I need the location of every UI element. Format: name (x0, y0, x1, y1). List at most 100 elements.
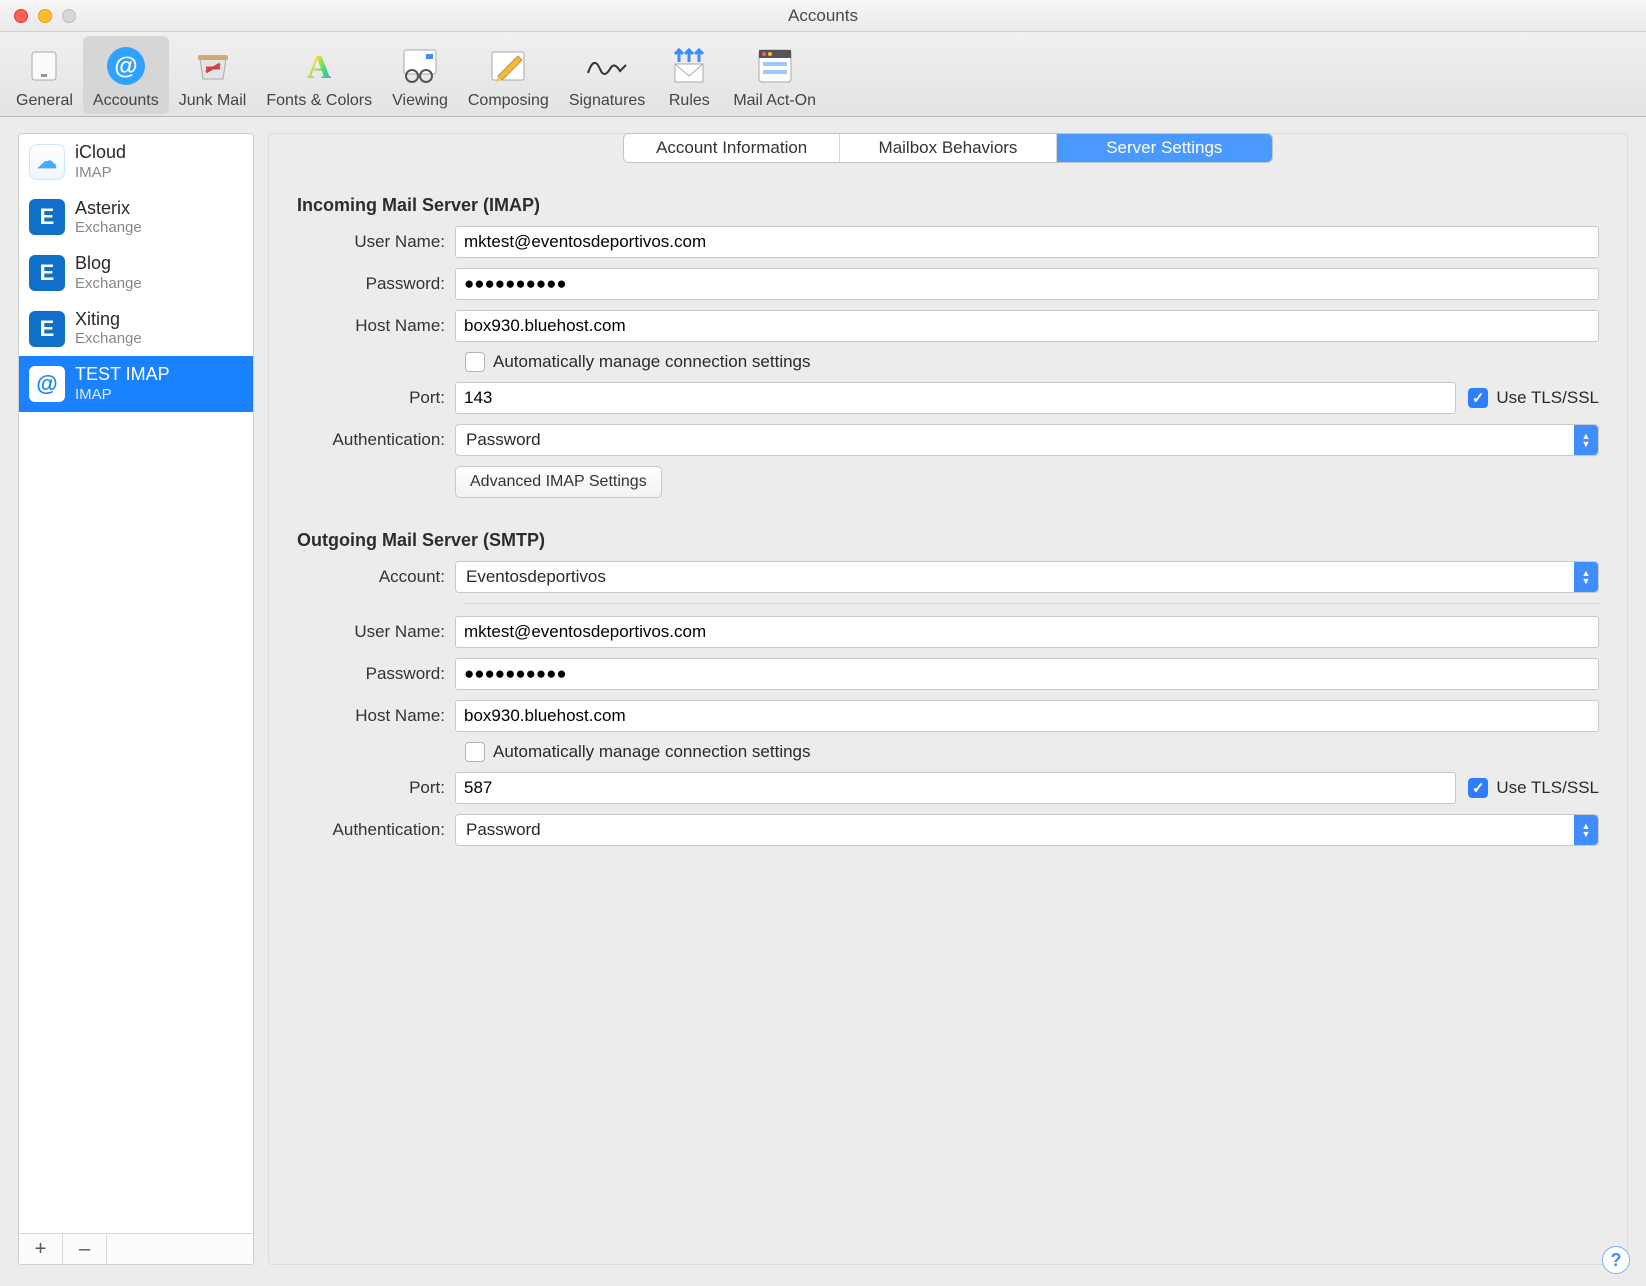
outgoing-host-name-field[interactable] (455, 700, 1599, 732)
toolbar-label: Fonts & Colors (266, 92, 372, 110)
composing-icon (484, 42, 532, 90)
toolbar-junk-mail[interactable]: Junk Mail (169, 36, 257, 114)
server-settings-panel: Account Information Mailbox Behaviors Se… (268, 133, 1628, 1265)
user-name-label: User Name: (297, 622, 455, 642)
password-label: Password: (297, 664, 455, 684)
toolbar-label: General (16, 92, 73, 110)
outgoing-password-field[interactable] (455, 658, 1599, 690)
toolbar-mail-act-on[interactable]: Mail Act-On (723, 36, 826, 114)
add-account-button[interactable]: + (19, 1234, 63, 1264)
toolbar-accounts[interactable]: @ Accounts (83, 36, 169, 114)
titlebar: Accounts (0, 0, 1646, 32)
toolbar-label: Viewing (392, 92, 448, 110)
account-type: IMAP (75, 386, 170, 404)
account-type: Exchange (75, 219, 142, 237)
password-label: Password: (297, 274, 455, 294)
junk-mail-icon (189, 42, 237, 90)
incoming-authentication-select[interactable]: Password ▲▼ (455, 424, 1599, 456)
account-type: IMAP (75, 164, 126, 182)
outgoing-port-field[interactable] (455, 772, 1456, 804)
port-label: Port: (297, 778, 455, 798)
account-tabs: Account Information Mailbox Behaviors Se… (623, 133, 1273, 163)
incoming-port-field[interactable] (455, 382, 1456, 414)
svg-text:@: @ (114, 53, 137, 80)
select-value: Eventosdeportivos (466, 567, 606, 587)
account-name: TEST IMAP (75, 364, 170, 386)
accounts-icon: @ (102, 42, 150, 90)
advanced-imap-settings-button[interactable]: Advanced IMAP Settings (455, 466, 662, 498)
outgoing-authentication-select[interactable]: Password ▲▼ (455, 814, 1599, 846)
select-value: Password (466, 430, 541, 450)
account-row-blog[interactable]: E Blog Exchange (19, 245, 253, 301)
toolbar-label: Rules (669, 92, 710, 110)
toolbar-fonts-colors[interactable]: A Fonts & Colors (256, 36, 382, 114)
incoming-section-title: Incoming Mail Server (IMAP) (297, 195, 1599, 216)
viewing-icon (396, 42, 444, 90)
tab-server-settings[interactable]: Server Settings (1057, 134, 1272, 162)
outgoing-account-select[interactable]: Eventosdeportivos ▲▼ (455, 561, 1599, 593)
fonts-colors-icon: A (295, 42, 343, 90)
incoming-use-tls-checkbox[interactable]: ✓ (1468, 388, 1488, 408)
toolbar-label: Accounts (93, 92, 159, 110)
incoming-auto-manage-checkbox[interactable] (465, 352, 485, 372)
divider (465, 603, 1599, 604)
remove-account-button[interactable]: – (63, 1234, 107, 1264)
outgoing-section-title: Outgoing Mail Server (SMTP) (297, 530, 1599, 551)
general-icon (20, 42, 68, 90)
exchange-icon: E (29, 199, 65, 235)
dropdown-arrows-icon: ▲▼ (1574, 425, 1598, 455)
window-minimize-button[interactable] (38, 9, 52, 23)
tab-account-information[interactable]: Account Information (624, 134, 840, 162)
outgoing-user-name-field[interactable] (455, 616, 1599, 648)
dropdown-arrows-icon: ▲▼ (1574, 815, 1598, 845)
toolbar-viewing[interactable]: Viewing (382, 36, 458, 114)
incoming-user-name-field[interactable] (455, 226, 1599, 258)
exchange-icon: E (29, 255, 65, 291)
account-type: Exchange (75, 275, 142, 293)
toolbar-signatures[interactable]: Signatures (559, 36, 656, 114)
tab-mailbox-behaviors[interactable]: Mailbox Behaviors (840, 134, 1056, 162)
host-name-label: Host Name: (297, 316, 455, 336)
exchange-icon: E (29, 311, 65, 347)
window-title: Accounts (788, 6, 858, 26)
dropdown-arrows-icon: ▲▼ (1574, 562, 1598, 592)
svg-text:A: A (307, 49, 332, 86)
use-tls-label: Use TLS/SSL (1496, 388, 1599, 408)
window-close-button[interactable] (14, 9, 28, 23)
account-row-icloud[interactable]: ☁ iCloud IMAP (19, 134, 253, 190)
use-tls-label: Use TLS/SSL (1496, 778, 1599, 798)
account-type: Exchange (75, 330, 142, 348)
toolbar-label: Mail Act-On (733, 92, 816, 110)
help-button[interactable]: ? (1602, 1246, 1630, 1274)
at-icon: @ (29, 366, 65, 402)
incoming-host-name-field[interactable] (455, 310, 1599, 342)
port-label: Port: (297, 388, 455, 408)
user-name-label: User Name: (297, 232, 455, 252)
account-name: iCloud (75, 142, 126, 164)
toolbar-label: Signatures (569, 92, 646, 110)
preferences-toolbar: General @ Accounts Junk Mail A Fonts & C… (0, 32, 1646, 117)
accounts-sidebar: ☁ iCloud IMAP E Asterix Exchange E Blog … (18, 133, 254, 1265)
toolbar-label: Junk Mail (179, 92, 247, 110)
account-label: Account: (297, 567, 455, 587)
account-row-xiting[interactable]: E Xiting Exchange (19, 301, 253, 357)
mail-act-on-icon (751, 42, 799, 90)
auto-manage-label: Automatically manage connection settings (493, 352, 811, 372)
authentication-label: Authentication: (297, 820, 455, 840)
account-name: Xiting (75, 309, 142, 331)
incoming-password-field[interactable] (455, 268, 1599, 300)
rules-icon (665, 42, 713, 90)
account-row-asterix[interactable]: E Asterix Exchange (19, 190, 253, 246)
toolbar-composing[interactable]: Composing (458, 36, 559, 114)
toolbar-general[interactable]: General (6, 36, 83, 114)
host-name-label: Host Name: (297, 706, 455, 726)
window-zoom-button (62, 9, 76, 23)
authentication-label: Authentication: (297, 430, 455, 450)
account-row-test-imap[interactable]: @ TEST IMAP IMAP (19, 356, 253, 412)
toolbar-rules[interactable]: Rules (655, 36, 723, 114)
toolbar-label: Composing (468, 92, 549, 110)
outgoing-use-tls-checkbox[interactable]: ✓ (1468, 778, 1488, 798)
outgoing-auto-manage-checkbox[interactable] (465, 742, 485, 762)
account-name: Blog (75, 253, 142, 275)
auto-manage-label: Automatically manage connection settings (493, 742, 811, 762)
